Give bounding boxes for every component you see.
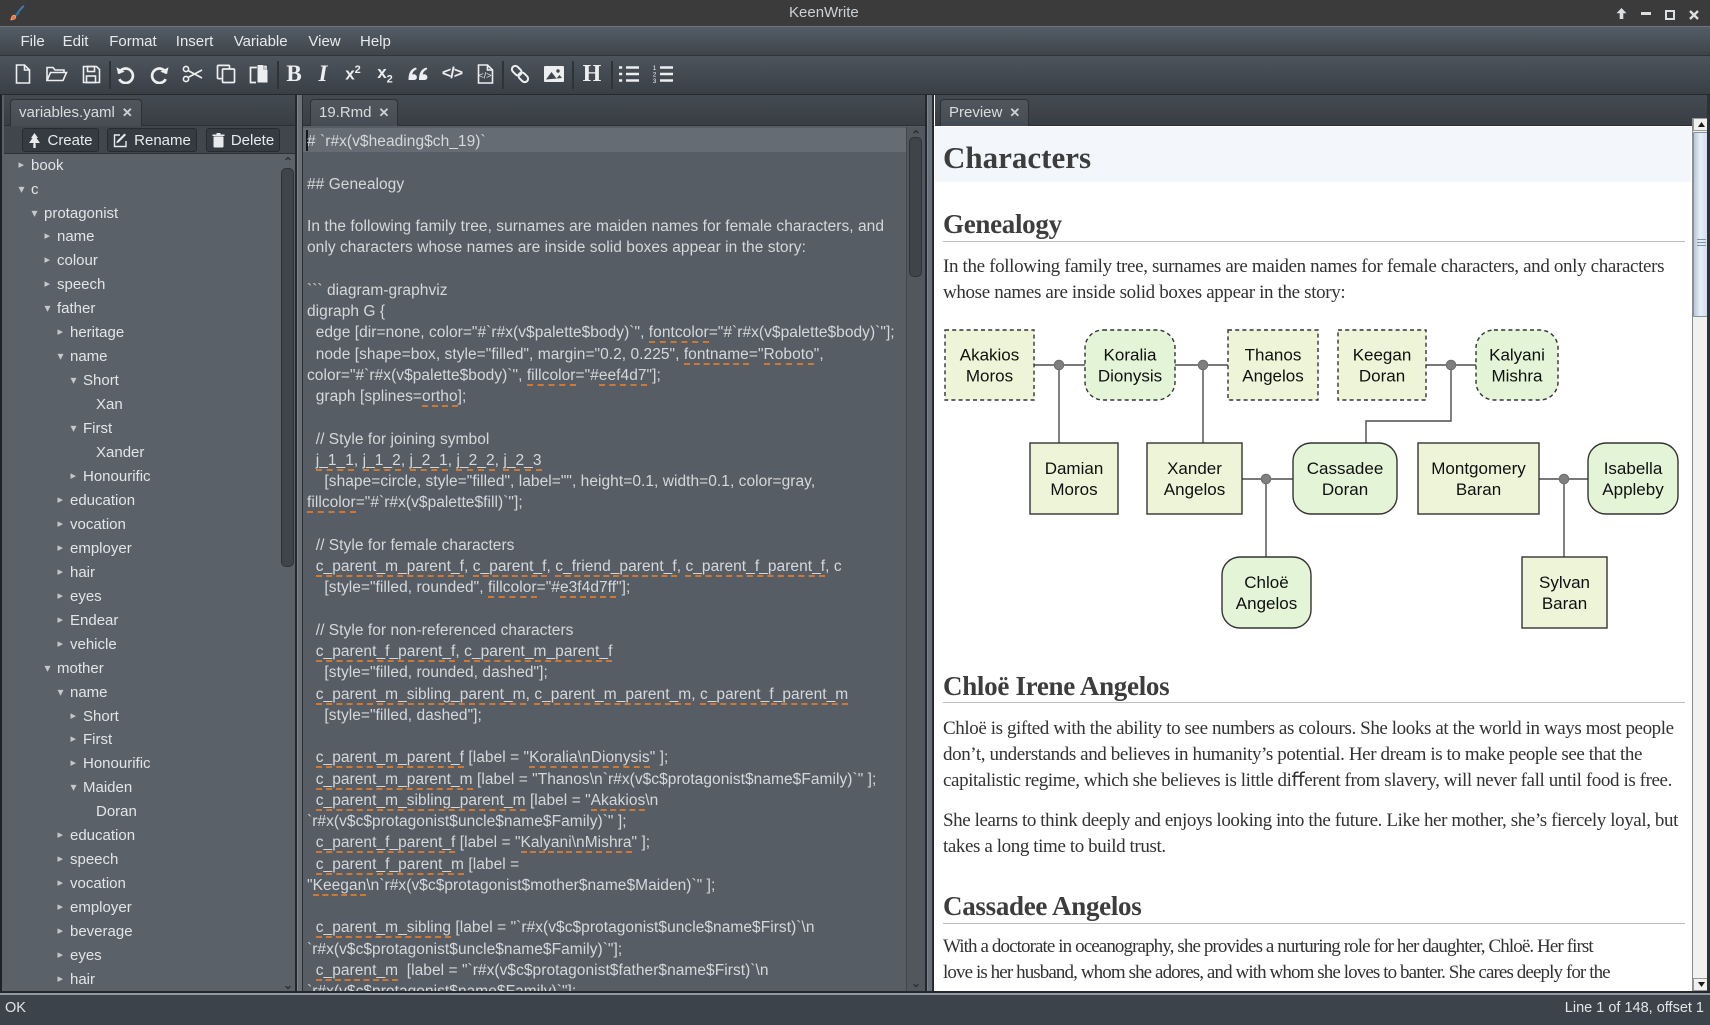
svg-text:</>: </> xyxy=(478,71,491,81)
svg-text:3: 3 xyxy=(653,78,657,83)
